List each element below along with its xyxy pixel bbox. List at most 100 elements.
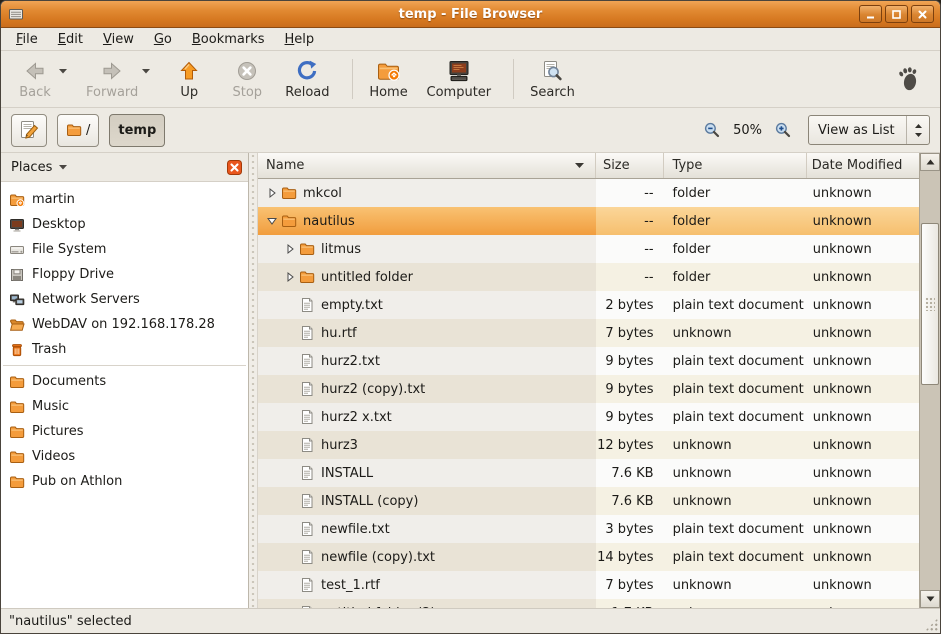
caret-down-icon[interactable] [58, 164, 68, 170]
file-name-cell[interactable]: empty.txt [258, 291, 596, 319]
sidebar-item-pub-on-athlon[interactable]: Pub on Athlon [1, 469, 248, 494]
file-type-cell: unknown [664, 431, 807, 459]
location-bar: / temp 50% View as List [1, 108, 940, 153]
menu-item-bookmarks[interactable]: Bookmarks [182, 30, 275, 49]
sidebar-item-webdav-on-192-168-178-28[interactable]: WebDAV on 192.168.178.28 [1, 312, 248, 337]
search-document-icon [540, 58, 564, 84]
home-folder-icon [9, 192, 25, 208]
sidebar-item-videos[interactable]: Videos [1, 444, 248, 469]
table-row[interactable]: INSTALL (copy)7.6 KBunknownunknown [258, 487, 919, 515]
menu-item-go[interactable]: Go [144, 30, 182, 49]
toolbar-separator [352, 59, 353, 99]
file-name: mkcol [303, 186, 342, 201]
file-name-cell[interactable]: test_1.rtf [258, 571, 596, 599]
pane-splitter[interactable] [249, 153, 258, 608]
table-row[interactable]: newfile (copy).txt14 bytesplain text doc… [258, 543, 919, 571]
file-size-cell: 9 bytes [596, 347, 664, 375]
view-selector[interactable]: View as List [808, 115, 930, 145]
dropdown-caret-icon[interactable] [58, 68, 68, 74]
table-row[interactable]: hu.rtf7 bytesunknownunknown [258, 319, 919, 347]
sidebar-item-file-system[interactable]: File System [1, 237, 248, 262]
table-row[interactable]: hurz312 bytesunknownunknown [258, 431, 919, 459]
dropdown-caret-icon[interactable] [141, 68, 151, 74]
file-name-cell[interactable]: untitled folder (2) [258, 599, 596, 608]
zoom-out-button[interactable] [703, 121, 721, 139]
menu-item-view[interactable]: View [93, 30, 144, 49]
toolbar-button-label: Computer [427, 85, 492, 100]
home-button[interactable]: Home [363, 55, 415, 103]
file-name-cell[interactable]: nautilus [258, 207, 596, 235]
toolbar-button-label: Reload [285, 85, 329, 100]
table-row[interactable]: test_1.rtf7 bytesunknownunknown [258, 571, 919, 599]
sidebar-item-documents[interactable]: Documents [1, 369, 248, 394]
maximize-button[interactable] [885, 5, 908, 23]
title-bar[interactable]: temp - File Browser [1, 1, 940, 28]
table-row[interactable]: litmus--folderunknown [258, 235, 919, 263]
sidebar-close-button[interactable] [227, 160, 242, 175]
expander-open-icon[interactable] [264, 215, 279, 227]
up-button[interactable]: Up [163, 55, 215, 103]
table-row[interactable]: hurz2.txt9 bytesplain text documentunkno… [258, 347, 919, 375]
close-button[interactable] [911, 5, 934, 23]
scrollbar-thumb[interactable] [921, 223, 939, 385]
minimize-button[interactable] [859, 5, 882, 23]
menu-item-file[interactable]: File [6, 30, 48, 49]
expander-closed-icon[interactable] [282, 243, 297, 255]
table-row[interactable]: empty.txt2 bytesplain text documentunkno… [258, 291, 919, 319]
vertical-scrollbar[interactable] [919, 153, 940, 608]
table-row[interactable]: untitled folder--folderunknown [258, 263, 919, 291]
file-date-modified-cell: unknown [807, 599, 919, 608]
table-row[interactable]: nautilus--folderunknown [258, 207, 919, 235]
column-header-size[interactable]: Size [596, 153, 664, 178]
computer-button[interactable]: Computer [421, 55, 498, 103]
table-row[interactable]: newfile.txt3 bytesplain text documentunk… [258, 515, 919, 543]
file-name-cell[interactable]: hurz2 (copy).txt [258, 375, 596, 403]
file-name-cell[interactable]: INSTALL (copy) [258, 487, 596, 515]
sidebar-item-label: Pub on Athlon [32, 474, 122, 489]
table-row[interactable]: untitled folder (2)1.7 KBunknownunknown [258, 599, 919, 608]
sidebar-item-trash[interactable]: Trash [1, 337, 248, 362]
menu-item-edit[interactable]: Edit [48, 30, 93, 49]
file-name-cell[interactable]: INSTALL [258, 459, 596, 487]
file-name-cell[interactable]: hurz2.txt [258, 347, 596, 375]
file-name-cell[interactable]: hurz3 [258, 431, 596, 459]
search-button[interactable]: Search [524, 55, 581, 103]
reload-button[interactable]: Reload [279, 55, 335, 103]
file-name-cell[interactable]: litmus [258, 235, 596, 263]
sidebar-item-music[interactable]: Music [1, 394, 248, 419]
column-header-name[interactable]: Name [258, 153, 596, 178]
expander-closed-icon[interactable] [282, 271, 297, 283]
resize-grip[interactable] [925, 618, 938, 631]
sidebar-item-floppy-drive[interactable]: Floppy Drive [1, 262, 248, 287]
column-header-type[interactable]: Type [664, 153, 807, 178]
zoom-in-button[interactable] [774, 121, 792, 139]
sidebar-item-pictures[interactable]: Pictures [1, 419, 248, 444]
table-row[interactable]: hurz2 x.txt9 bytesplain text documentunk… [258, 403, 919, 431]
menu-item-help[interactable]: Help [275, 30, 325, 49]
file-type-cell: folder [664, 207, 807, 235]
column-header-date-modified[interactable]: Date Modified [807, 153, 919, 178]
current-path-button[interactable]: temp [109, 114, 165, 147]
sidebar-item-martin[interactable]: martin [1, 187, 248, 212]
file-name-cell[interactable]: newfile (copy).txt [258, 543, 596, 571]
file-name-cell[interactable]: hu.rtf [258, 319, 596, 347]
scroll-down-button[interactable] [920, 590, 940, 608]
root-path-button[interactable]: / [57, 114, 99, 147]
folder-icon [9, 424, 25, 440]
scroll-up-button[interactable] [920, 153, 940, 171]
file-name-cell[interactable]: newfile.txt [258, 515, 596, 543]
file-name-cell[interactable]: hurz2 x.txt [258, 403, 596, 431]
file-name-cell[interactable]: mkcol [258, 179, 596, 207]
file-browser-window: temp - File Browser FileEditViewGoBookma… [0, 0, 941, 634]
spinner-arrows-icon[interactable] [906, 116, 929, 144]
file-name-cell[interactable]: untitled folder [258, 263, 596, 291]
edit-location-toggle[interactable] [11, 114, 47, 147]
table-row[interactable]: mkcol--folderunknown [258, 179, 919, 207]
table-row[interactable]: INSTALL7.6 KBunknownunknown [258, 459, 919, 487]
expander-closed-icon[interactable] [264, 187, 279, 199]
table-row[interactable]: hurz2 (copy).txt9 bytesplain text docume… [258, 375, 919, 403]
sidebar-item-network-servers[interactable]: Network Servers [1, 287, 248, 312]
sidebar-item-desktop[interactable]: Desktop [1, 212, 248, 237]
places-menu-button[interactable]: Places [11, 160, 52, 175]
sort-descending-icon [574, 162, 585, 169]
